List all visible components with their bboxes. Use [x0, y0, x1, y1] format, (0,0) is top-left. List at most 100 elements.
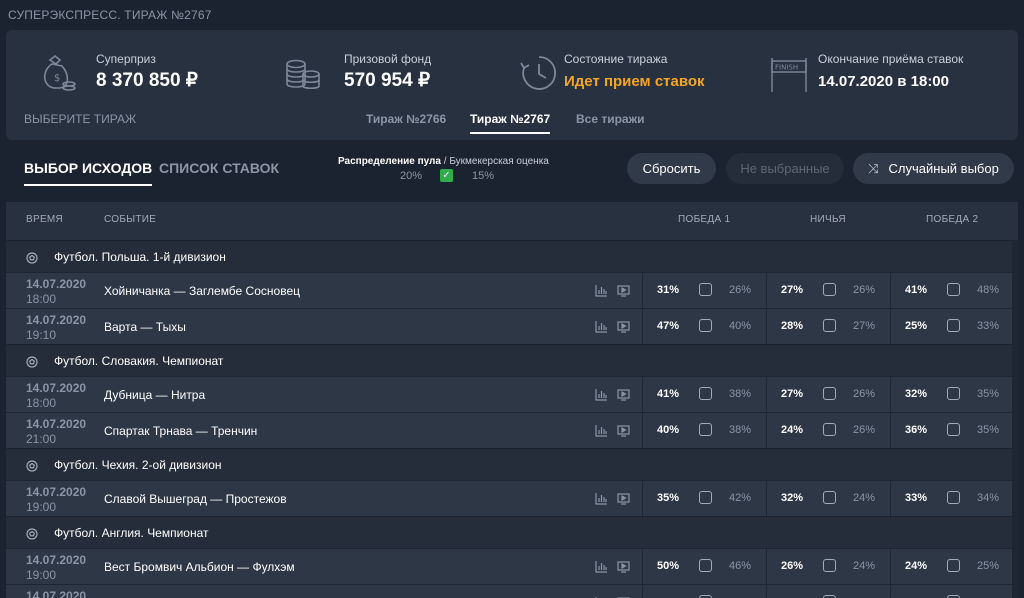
reset-button[interactable]: Сбросить [627, 153, 716, 184]
match-event: Вест Бромвич Альбион — Фулхэм [104, 560, 295, 574]
superprize-block: $ Суперприз 8 370 850 ₽ [36, 48, 236, 96]
match-event: Хойничанка — Заглембе Сосновец [104, 284, 300, 298]
table-row: 14.07.2020 18:00 Дубница — Нитра 41% 38% 27% 2… [6, 376, 1018, 413]
outcome-checkbox[interactable] [947, 491, 960, 504]
outcome-checkbox[interactable] [947, 559, 960, 572]
match-time: 18:00 [26, 396, 57, 410]
finish-banner-text: FINISH [775, 64, 798, 72]
draw-tab-2766[interactable]: Тираж №2766 [366, 112, 446, 132]
football-icon [26, 251, 38, 264]
live-video-icon[interactable] [617, 388, 630, 401]
match-date: 14.07.2020 [26, 277, 87, 291]
live-video-icon[interactable] [617, 424, 630, 437]
outcome-checkbox[interactable] [823, 559, 836, 572]
tab-bet-list[interactable]: СПИСОК СТАВОК [159, 160, 279, 184]
draw-tab-all[interactable]: Все тиражи [576, 112, 645, 132]
bookmaker-percent: 42% [729, 492, 752, 504]
draw-tab-2767[interactable]: Тираж №2767 [470, 112, 551, 134]
match-time: 21:00 [26, 432, 57, 446]
outcome-checkbox[interactable] [823, 319, 836, 332]
pool-percent: 31% [657, 284, 680, 296]
random-selection-label: Случайный выбор [888, 161, 999, 176]
outcome-draw-cell: 32% 24% [766, 481, 890, 517]
outcome-draw-cell: 28% 27% [766, 309, 890, 345]
scrollbar[interactable] [1012, 240, 1018, 598]
match-event: Варта — Тыхы [104, 320, 186, 334]
betting-close-block: FINISH Окончание приёма ставок 14.07.202… [768, 48, 1008, 96]
outcome-checkbox[interactable] [823, 491, 836, 504]
outcome-checkbox[interactable] [699, 559, 712, 572]
header-win1: ПОБЕДА 1 [678, 214, 731, 225]
statistics-icon[interactable] [595, 284, 608, 297]
league-row: Футбол. Словакия. Чемпионат [6, 344, 1018, 377]
outcome-checkbox[interactable] [947, 423, 960, 436]
statistics-icon[interactable] [595, 492, 608, 505]
outcome-checkbox[interactable] [947, 387, 960, 400]
table-row: 14.07.2020 21:00 Спартак Трнава — Тренчин 4… [6, 412, 1018, 449]
statistics-icon[interactable] [595, 424, 608, 437]
live-video-icon[interactable] [617, 284, 630, 297]
prize-fund-value: 570 954 ₽ [344, 70, 431, 91]
football-icon [26, 527, 38, 540]
outcome-checkbox[interactable] [823, 283, 836, 296]
live-video-icon[interactable] [617, 560, 630, 573]
tab-outcome-selection[interactable]: ВЫБОР ИСХОДОВ [24, 160, 153, 186]
league-row: Футбол. Чехия. 2-ой дивизион [6, 448, 1018, 481]
superprize-value: 8 370 850 ₽ [96, 70, 198, 91]
pool-percent: 24% [781, 424, 804, 436]
shuffle-icon: ⤨ [868, 160, 879, 176]
live-video-icon[interactable] [617, 492, 630, 505]
live-video-icon[interactable] [617, 320, 630, 333]
header-draw: НИЧЬЯ [810, 214, 846, 225]
outcome-checkbox[interactable] [699, 491, 712, 504]
outcome-win2-cell: 41% 48% [890, 273, 1012, 309]
outcome-win2-cell: 32% 35% [890, 377, 1012, 413]
events-table: ВРЕМЯ СОБЫТИЕ ПОБЕДА 1 НИЧЬЯ ПОБЕДА 2 Фу… [6, 202, 1018, 598]
bookmaker-percent: 26% [853, 388, 876, 400]
not-selected-button[interactable]: Не выбранные [726, 153, 844, 184]
bookmaker-percent: 35% [977, 388, 1000, 400]
outcome-win1-cell: 35% 42% [642, 481, 766, 517]
match-event: Спартак Трнава — Тренчин [104, 424, 258, 438]
statistics-icon[interactable] [595, 388, 608, 401]
match-date: 14.07.2020 [26, 485, 87, 499]
outcome-checkbox[interactable] [947, 283, 960, 296]
pool-percent: 40% [657, 424, 680, 436]
page-title: СУПЕРЭКСПРЕСС. ТИРАЖ №2767 [8, 8, 212, 22]
outcome-win1-cell: 31% 26% [642, 273, 766, 309]
league-name: Футбол. Словакия. Чемпионат [54, 354, 224, 368]
pool-percent: 47% [657, 320, 680, 332]
pool-percent: 36% [905, 424, 928, 436]
match-time: 19:00 [26, 500, 57, 514]
outcome-win2-cell [890, 585, 1012, 598]
pool-distribution-label: Распределение пула [338, 156, 441, 167]
football-icon [26, 355, 38, 368]
random-selection-button[interactable]: ⤨ Случайный выбор [853, 153, 1014, 184]
match-date: 14.07.2020 [26, 313, 87, 327]
league-name: Футбол. Чехия. 2-ой дивизион [54, 458, 222, 472]
league-name: Футбол. Польша. 1-й дивизион [54, 250, 226, 264]
pool-percent: 27% [781, 388, 804, 400]
table-row: 14.07.2020 [6, 584, 1018, 598]
statistics-icon[interactable] [595, 560, 608, 573]
pool-percent: 32% [781, 492, 804, 504]
table-row: 14.07.2020 19:00 Вест Бромвич Альбион — Фу… [6, 548, 1018, 585]
outcome-checkbox[interactable] [947, 319, 960, 332]
outcome-checkbox[interactable] [699, 319, 712, 332]
outcome-checkbox[interactable] [823, 423, 836, 436]
header-win2: ПОБЕДА 2 [926, 214, 979, 225]
statistics-icon[interactable] [595, 320, 608, 333]
pool-percent: 28% [781, 320, 804, 332]
outcome-checkbox[interactable] [699, 283, 712, 296]
outcome-checkbox[interactable] [823, 387, 836, 400]
bookmaker-percent: 26% [853, 284, 876, 296]
betting-close-value: 14.07.2020 в 18:00 [818, 73, 949, 90]
pool-toggle-checkbox[interactable]: ✓ [440, 169, 453, 182]
outcome-win1-cell: 47% 40% [642, 309, 766, 345]
outcome-win1-cell: 40% 38% [642, 413, 766, 449]
outcome-checkbox[interactable] [699, 387, 712, 400]
choose-draw-label: ВЫБЕРИТЕ ТИРАЖ [24, 112, 137, 126]
outcome-win2-cell: 33% 34% [890, 481, 1012, 517]
outcome-draw-cell: 26% 24% [766, 549, 890, 585]
outcome-checkbox[interactable] [699, 423, 712, 436]
